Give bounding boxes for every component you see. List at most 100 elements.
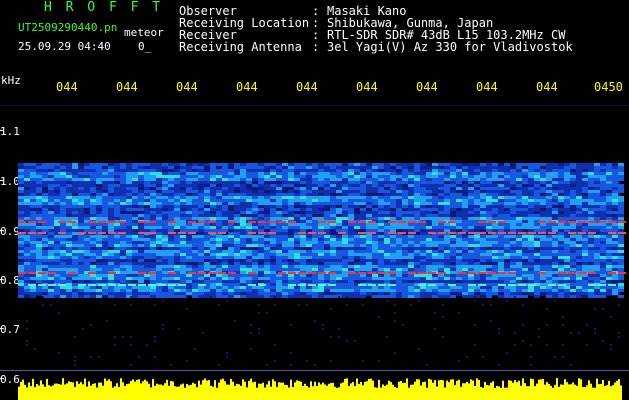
noise-cell — [318, 202, 324, 205]
noise-cell — [192, 244, 198, 247]
noise-cell — [198, 172, 204, 175]
noise-cell — [120, 271, 126, 274]
noise-cell — [468, 292, 474, 295]
noise-cell — [516, 271, 522, 274]
noise-cell — [102, 262, 108, 265]
noise-cell — [114, 344, 116, 346]
noise-cell — [150, 262, 156, 265]
noise-cell — [348, 289, 354, 292]
noise-cell — [252, 196, 258, 199]
noise-cell — [420, 238, 426, 241]
noise-cell — [234, 320, 236, 322]
noise-cell — [126, 187, 132, 190]
noise-cell — [156, 262, 162, 265]
carrier-segment — [418, 284, 426, 286]
noise-cell — [324, 190, 330, 193]
noise-cell — [342, 211, 348, 214]
noise-cell — [338, 328, 340, 330]
noise-cell — [486, 214, 492, 217]
noise-cell — [366, 277, 372, 280]
noise-cell — [192, 190, 198, 193]
noise-cell — [474, 286, 480, 289]
noise-cell — [24, 196, 30, 199]
noise-cell — [498, 163, 504, 166]
noise-cell — [486, 163, 492, 166]
noise-cell — [288, 223, 294, 226]
noise-cell — [330, 277, 336, 280]
noise-cell — [570, 217, 576, 220]
noise-cell — [294, 217, 300, 220]
noise-cell — [198, 205, 204, 208]
noise-cell — [234, 193, 240, 196]
noise-cell — [384, 208, 390, 211]
noise-cell — [342, 244, 348, 247]
noise-cell — [456, 208, 462, 211]
noise-cell — [180, 271, 186, 274]
noise-cell — [390, 226, 396, 229]
power-bar-column — [48, 385, 50, 400]
noise-cell — [306, 166, 312, 169]
noise-cell — [492, 238, 498, 241]
noise-cell — [456, 217, 462, 220]
noise-cell — [330, 280, 336, 283]
noise-cell — [294, 169, 300, 172]
noise-cell — [120, 289, 126, 292]
noise-cell — [276, 268, 282, 271]
noise-cell — [402, 196, 408, 199]
noise-cell — [474, 181, 480, 184]
noise-cell — [198, 166, 204, 169]
carrier-segment — [478, 232, 486, 234]
noise-cell — [168, 241, 174, 244]
power-bar-column — [470, 379, 472, 400]
noise-cell — [54, 253, 60, 256]
power-bar-column — [448, 382, 450, 400]
noise-cell — [612, 277, 618, 280]
noise-cell — [108, 265, 114, 268]
noise-cell — [168, 214, 174, 217]
noise-cell — [522, 226, 528, 229]
noise-cell — [408, 193, 414, 196]
noise-cell — [348, 193, 354, 196]
noise-cell — [126, 256, 132, 259]
noise-cell — [264, 202, 270, 205]
power-bar-column — [304, 383, 306, 400]
noise-cell — [498, 178, 504, 181]
noise-cell — [438, 223, 444, 226]
noise-cell — [456, 265, 462, 268]
noise-cell — [482, 356, 484, 358]
noise-cell — [492, 187, 498, 190]
carrier-segment — [298, 284, 306, 286]
power-bar-column — [150, 387, 152, 400]
noise-cell — [420, 286, 426, 289]
noise-cell — [18, 277, 24, 280]
noise-cell — [522, 193, 528, 196]
noise-cell — [300, 235, 306, 238]
noise-cell — [72, 244, 78, 247]
noise-cell — [420, 292, 426, 295]
noise-cell — [492, 223, 498, 226]
noise-cell — [226, 352, 228, 354]
power-bar-column — [414, 381, 416, 400]
noise-cell — [270, 208, 276, 211]
carrier-segment — [398, 221, 406, 223]
noise-cell — [456, 259, 462, 262]
noise-cell — [258, 208, 264, 211]
noise-cell — [528, 166, 534, 169]
carrier-segment — [308, 284, 316, 286]
noise-cell — [378, 256, 384, 259]
noise-cell — [492, 172, 498, 175]
noise-cell — [414, 208, 420, 211]
noise-cell — [540, 253, 546, 256]
noise-cell — [150, 214, 156, 217]
power-bar-column — [234, 385, 236, 400]
noise-cell — [468, 253, 474, 256]
noise-cell — [360, 211, 366, 214]
noise-cell — [408, 184, 414, 187]
noise-cell — [126, 262, 132, 265]
noise-cell — [528, 190, 534, 193]
noise-cell — [228, 193, 234, 196]
noise-cell — [594, 286, 600, 289]
noise-cell — [222, 211, 228, 214]
noise-cell — [516, 244, 522, 247]
carrier-segment — [58, 232, 66, 234]
